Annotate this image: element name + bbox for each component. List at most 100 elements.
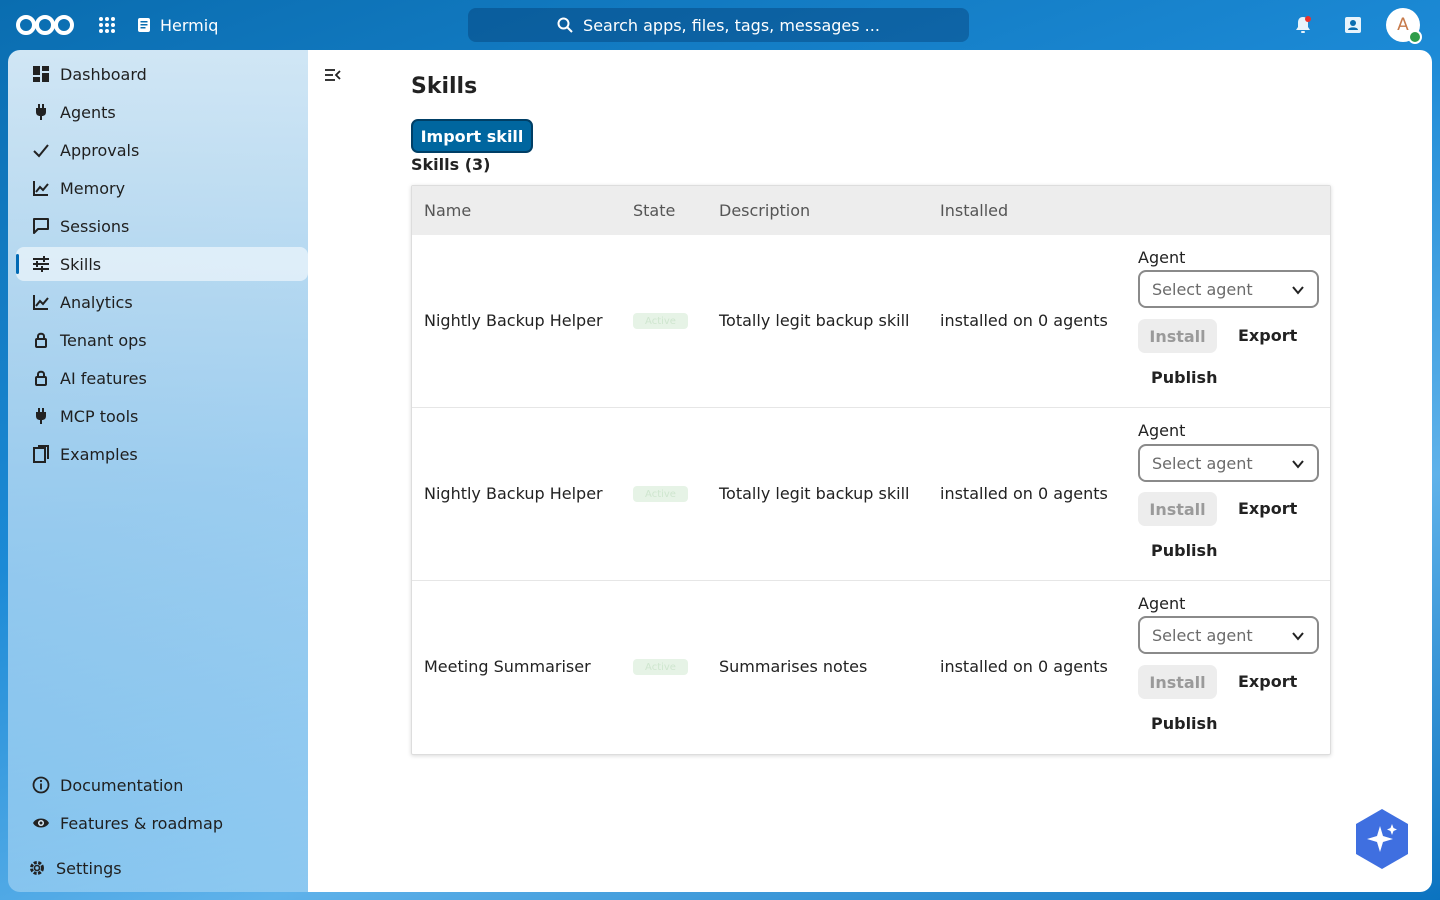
app-document-icon (138, 18, 150, 32)
skill-installed-count: installed on 0 agents (940, 311, 1108, 330)
toggle-navigation-icon[interactable] (324, 66, 342, 84)
publish-button[interactable]: Publish (1151, 368, 1217, 387)
state-badge: Active (633, 659, 688, 675)
sidebar-item-ai-features[interactable]: AI features (16, 361, 308, 395)
sidebar-item-settings[interactable]: Settings (16, 851, 308, 885)
message-icon (33, 218, 49, 234)
state-badge: Active (633, 486, 688, 502)
agent-label: Agent (1138, 248, 1186, 267)
plug-icon (36, 408, 46, 424)
chart-line-icon (33, 295, 49, 310)
apps-grid-icon[interactable] (96, 14, 118, 36)
skills-table: Name State Description Installed Nightly… (411, 185, 1331, 755)
install-button[interactable]: Install (1138, 665, 1217, 699)
sidebar-item-label: MCP tools (60, 406, 139, 426)
sidebar-item-documentation[interactable]: Documentation (16, 768, 308, 802)
nextcloud-logo-icon[interactable] (14, 12, 76, 38)
sidebar-item-agents[interactable]: Agents (16, 95, 308, 129)
skill-description: Totally legit backup skill (719, 484, 910, 503)
sidebar-item-label: Agents (60, 102, 116, 122)
sidebar-item-dashboard[interactable]: Dashboard (16, 57, 308, 91)
sidebar-item-approvals[interactable]: Approvals (16, 133, 308, 167)
sidebar-item-examples[interactable]: Examples (16, 437, 308, 471)
avatar-initial: A (1397, 15, 1409, 35)
table-row: Nightly Backup Helper Active Totally leg… (412, 408, 1330, 581)
app-navigation: Dashboard Agents Approvals Memory Sessio… (8, 50, 308, 892)
skill-installed-count: installed on 0 agents (940, 657, 1108, 676)
column-header-state[interactable]: State (633, 201, 675, 220)
table-row: Meeting Summariser Active Summarises not… (412, 581, 1330, 754)
sidebar-item-features-roadmap[interactable]: Features & roadmap (16, 806, 308, 840)
sidebar-item-mcp-tools[interactable]: MCP tools (16, 399, 308, 433)
import-skill-button[interactable]: Import skill (411, 119, 533, 153)
sliders-icon (33, 256, 49, 272)
publish-button[interactable]: Publish (1151, 541, 1217, 560)
sidebar-item-label: Approvals (60, 140, 140, 160)
column-header-description[interactable]: Description (719, 201, 810, 220)
export-button[interactable]: Export (1238, 499, 1297, 518)
lock-icon (35, 370, 47, 386)
column-header-name[interactable]: Name (424, 201, 471, 220)
user-avatar[interactable]: A (1386, 8, 1422, 44)
documents-icon (33, 445, 49, 463)
search-input[interactable]: Search apps, files, tags, messages ... (468, 8, 969, 42)
sidebar-item-label: Examples (60, 444, 138, 464)
sidebar-item-label: Skills (60, 254, 102, 274)
sidebar-item-label: Dashboard (60, 64, 147, 84)
notifications-bell-icon[interactable] (1292, 14, 1314, 36)
table-row: Nightly Backup Helper Active Totally leg… (412, 235, 1330, 408)
state-badge: Active (633, 313, 688, 329)
agent-label: Agent (1138, 594, 1186, 613)
agent-select[interactable]: Select agent (1138, 444, 1319, 482)
skill-description: Summarises notes (719, 657, 868, 676)
export-button[interactable]: Export (1238, 326, 1297, 345)
sidebar-item-skills[interactable]: Skills (16, 247, 308, 281)
sidebar-item-tenant-ops[interactable]: Tenant ops (16, 323, 308, 357)
chevron-down-icon (1292, 460, 1304, 469)
sidebar-item-analytics[interactable]: Analytics (16, 285, 308, 319)
sidebar-item-label: Sessions (60, 216, 130, 236)
agent-select-placeholder: Select agent (1152, 279, 1253, 299)
online-status-icon (1408, 30, 1422, 44)
publish-button[interactable]: Publish (1151, 714, 1217, 733)
info-icon (32, 776, 50, 794)
sidebar-item-label: Settings (56, 858, 122, 878)
sidebar-item-sessions[interactable]: Sessions (16, 209, 308, 243)
top-bar: Hermiq Search apps, files, tags, message… (0, 0, 1440, 50)
chevron-down-icon (1292, 632, 1304, 641)
agent-select-placeholder: Select agent (1152, 453, 1253, 473)
agent-select-placeholder: Select agent (1152, 625, 1253, 645)
skill-name: Nightly Backup Helper (424, 484, 603, 503)
install-button[interactable]: Install (1138, 319, 1217, 353)
skills-count: Skills (3) (411, 155, 491, 174)
chart-line-icon (33, 181, 49, 196)
agent-select[interactable]: Select agent (1138, 616, 1319, 654)
skill-name: Meeting Summariser (424, 657, 591, 676)
eye-icon (33, 818, 49, 828)
contacts-icon[interactable] (1342, 14, 1364, 36)
main-content: Skills Import skill Skills (3) Name Stat… (308, 50, 1432, 892)
sidebar-item-label: Memory (60, 178, 126, 198)
agent-select[interactable]: Select agent (1138, 270, 1319, 308)
sidebar-item-label: Analytics (60, 292, 133, 312)
skill-name: Nightly Backup Helper (424, 311, 603, 330)
current-app[interactable]: Hermiq (136, 13, 218, 37)
assistant-sparkle-icon[interactable] (1354, 808, 1410, 870)
table-header: Name State Description Installed (412, 186, 1330, 235)
page-title: Skills (411, 74, 478, 99)
install-button[interactable]: Install (1138, 492, 1217, 526)
sidebar-item-memory[interactable]: Memory (16, 171, 308, 205)
sidebar-item-label: Features & roadmap (60, 813, 223, 833)
sidebar-item-label: Documentation (60, 775, 184, 795)
export-button[interactable]: Export (1238, 672, 1297, 691)
gear-icon (30, 861, 44, 875)
dashboard-icon (33, 66, 49, 82)
agent-label: Agent (1138, 421, 1186, 440)
app-name-label: Hermiq (160, 15, 219, 35)
plug-icon (36, 104, 46, 120)
search-icon (557, 17, 573, 33)
column-header-installed[interactable]: Installed (940, 201, 1008, 220)
check-icon (33, 144, 49, 158)
sidebar-item-label: Tenant ops (60, 330, 147, 350)
lock-icon (35, 332, 47, 348)
